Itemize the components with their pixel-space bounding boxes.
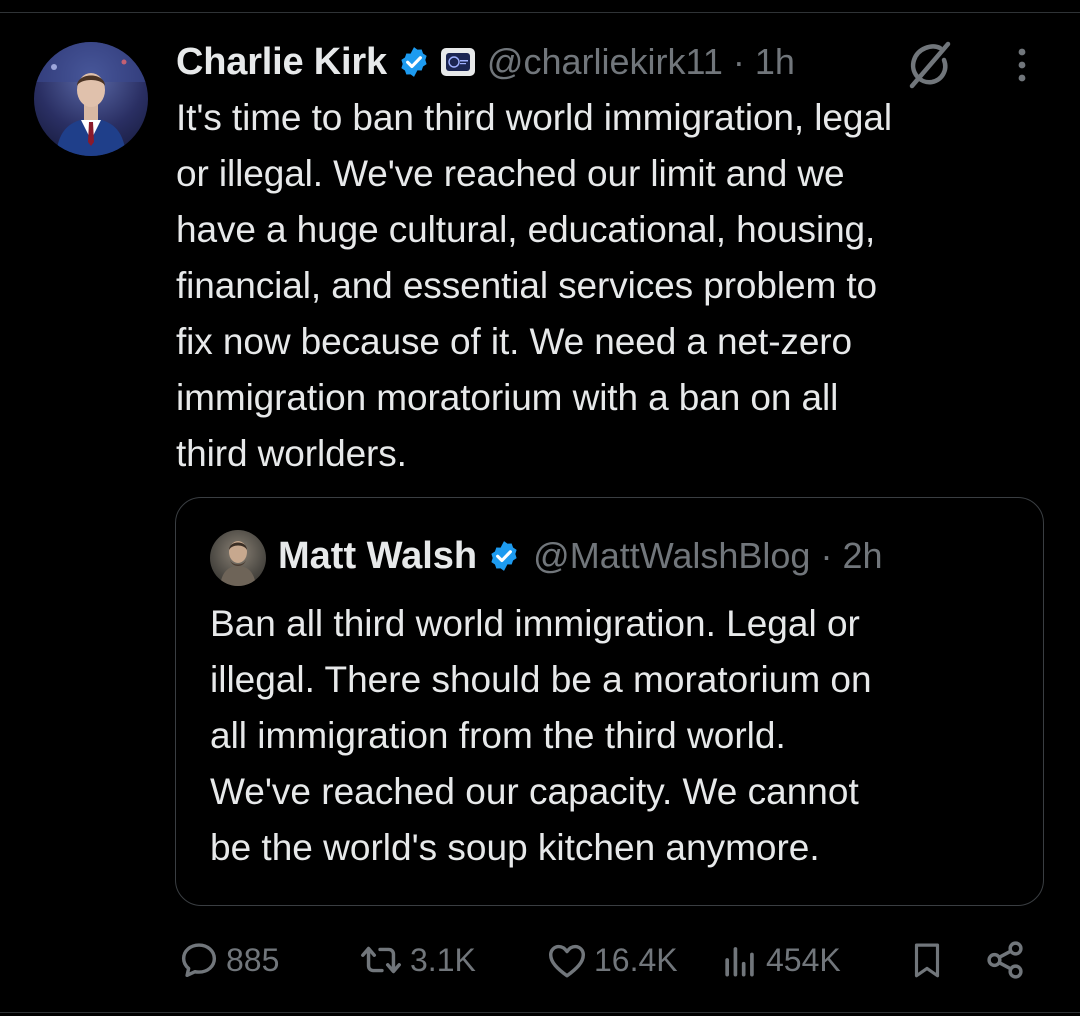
author-name[interactable]: Charlie Kirk xyxy=(176,41,387,84)
like-count: 16.4K xyxy=(594,941,678,978)
quoted-tweet-card[interactable]: Matt Walsh @MattWalshBlog · 2h Ban all t… xyxy=(175,497,1044,906)
views-button[interactable]: 454K xyxy=(718,930,841,990)
action-bar: 885 3.1K 16.4K 454K xyxy=(0,930,1080,990)
repost-button[interactable]: 3.1K xyxy=(356,930,476,990)
like-button[interactable]: 16.4K xyxy=(544,930,678,990)
reply-icon xyxy=(176,937,222,983)
more-icon[interactable] xyxy=(1008,40,1036,90)
bookmark-button[interactable] xyxy=(906,930,948,990)
views-count: 454K xyxy=(766,941,841,978)
reply-count: 885 xyxy=(226,941,280,978)
author-handle-time[interactable]: @charliekirk11 · 1h xyxy=(487,41,795,83)
repost-count: 3.1K xyxy=(410,941,476,978)
affiliate-badge-icon[interactable] xyxy=(440,48,475,76)
reply-button[interactable]: 885 xyxy=(176,930,279,990)
verified-badge-icon[interactable] xyxy=(487,539,521,573)
author-avatar[interactable] xyxy=(34,42,148,156)
quoted-author-name[interactable]: Matt Walsh xyxy=(278,535,477,578)
divider-top xyxy=(0,12,1080,13)
quoted-author-avatar[interactable] xyxy=(210,530,266,586)
quoted-tweet-text: Ban all third world immigration. Legal o… xyxy=(210,603,872,868)
like-icon xyxy=(544,937,590,983)
repost-icon xyxy=(356,937,406,983)
tweet-text: It's time to ban third world immigration… xyxy=(176,97,892,474)
quoted-author-handle-time[interactable]: @MattWalshBlog · 2h xyxy=(533,535,882,577)
verified-badge-icon[interactable] xyxy=(397,45,431,79)
grok-icon[interactable] xyxy=(902,38,956,92)
divider-bottom xyxy=(0,1012,1080,1013)
share-button[interactable] xyxy=(982,930,1028,990)
share-icon xyxy=(982,937,1028,983)
tweet-header: Charlie Kirk @charliekirk11 · 1h xyxy=(176,36,795,88)
quoted-tweet-header: Matt Walsh @MattWalshBlog · 2h xyxy=(278,528,883,584)
bookmark-icon xyxy=(906,937,948,983)
views-icon xyxy=(718,937,762,983)
